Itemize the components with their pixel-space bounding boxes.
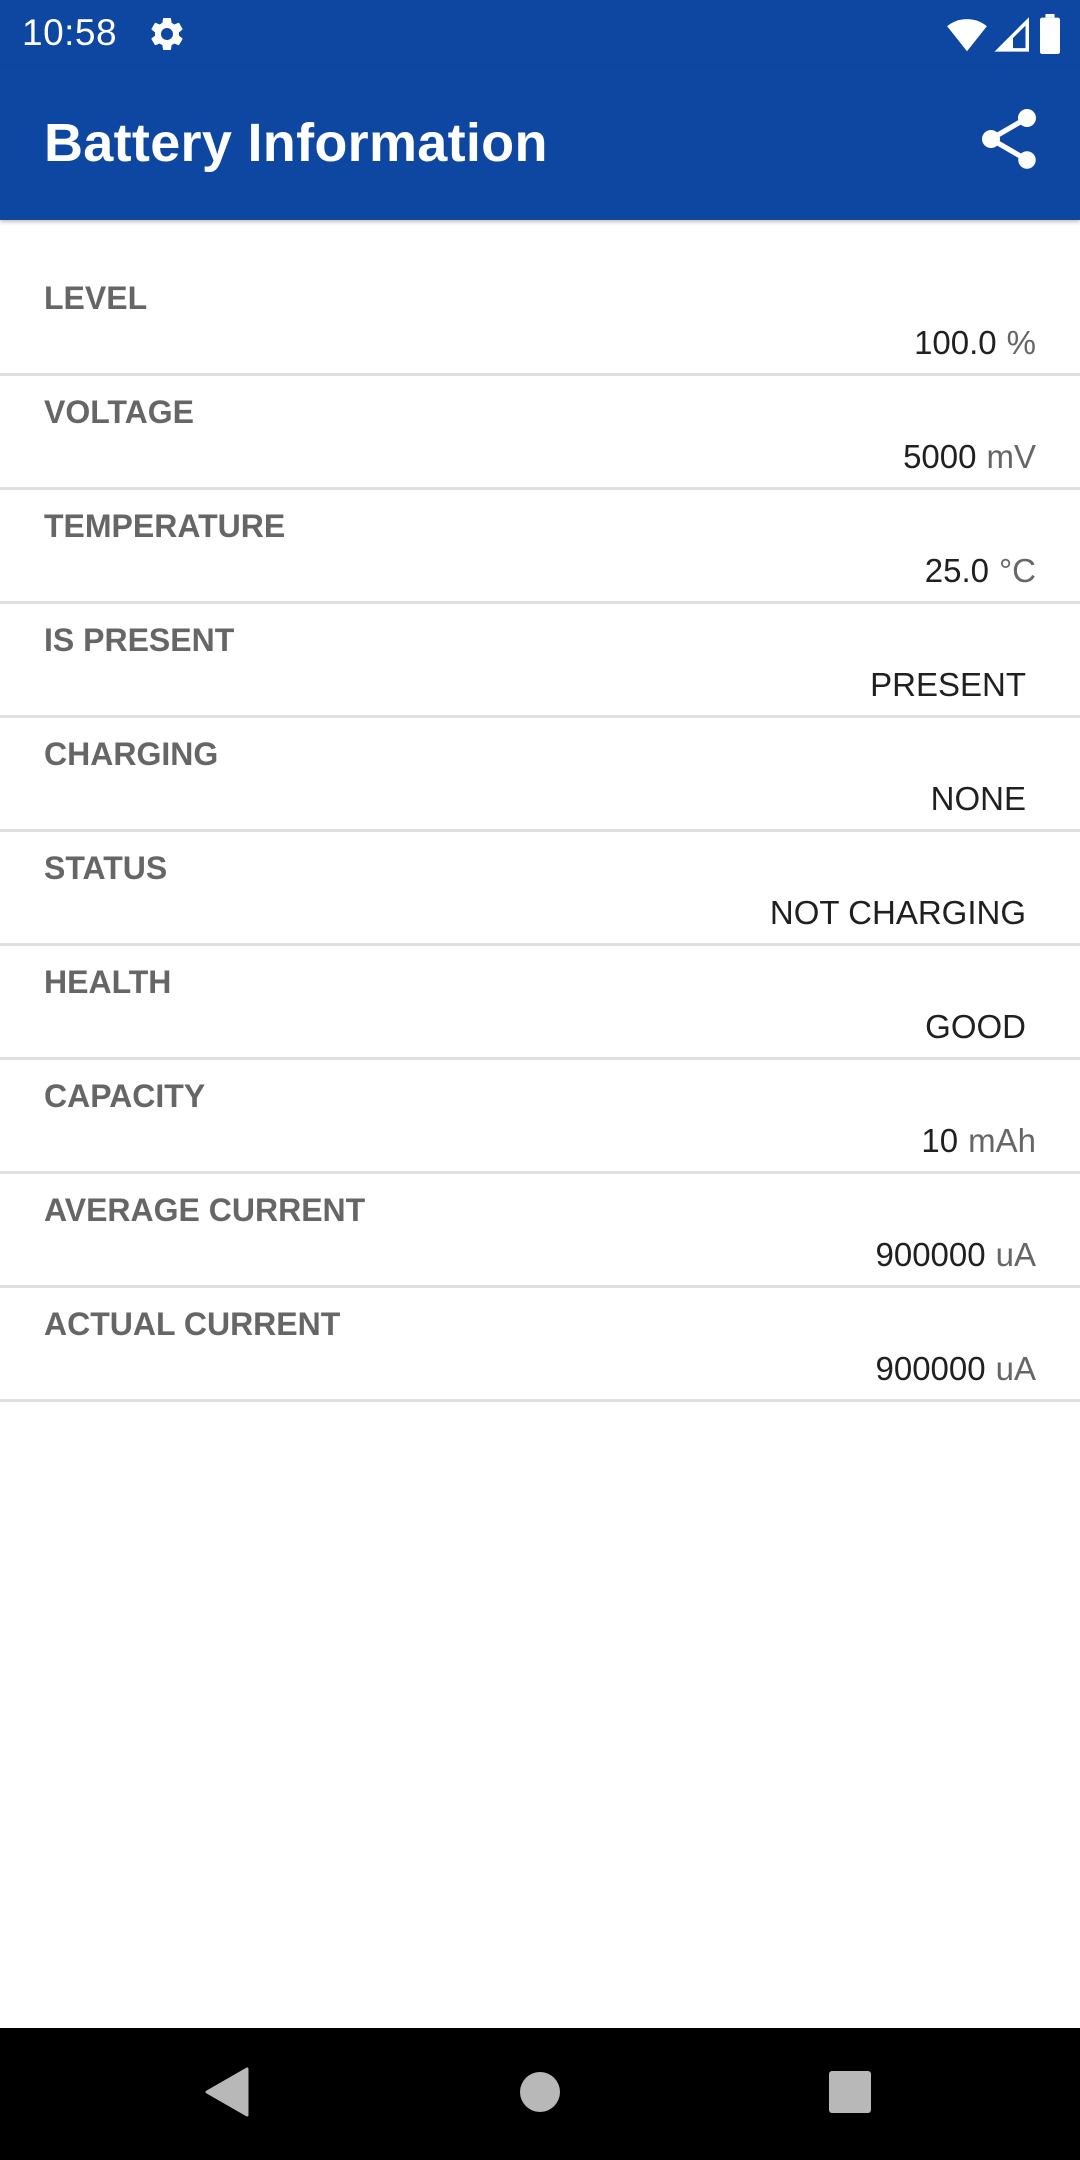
gear-icon xyxy=(147,14,187,54)
wifi-icon xyxy=(946,15,988,58)
row-label: TEMPERATURE xyxy=(44,508,286,544)
back-button[interactable] xyxy=(198,2066,254,2122)
row-value: 100.0% xyxy=(914,324,1036,362)
row-label: HEALTH xyxy=(44,964,172,1000)
list-item-capacity: CAPACITY 10 mAh xyxy=(0,1060,1080,1174)
value-unit: mAh xyxy=(968,1122,1036,1159)
row-value: 900000 uA xyxy=(876,1236,1037,1274)
app-bar: Battery Information xyxy=(0,66,1080,220)
recents-button[interactable] xyxy=(822,2066,878,2122)
value-number: 900000 xyxy=(875,1350,986,1387)
recents-icon xyxy=(828,2070,872,2119)
row-value: GOOD xyxy=(925,1008,1026,1045)
navigation-bar xyxy=(0,2028,1080,2160)
status-bar: 10:58 xyxy=(0,0,1080,66)
row-value: 900000 uA xyxy=(876,1350,1037,1388)
value-unit: % xyxy=(1006,324,1036,361)
value-number: 900000 xyxy=(875,1236,986,1273)
list-item-voltage: VOLTAGE 5000 mV xyxy=(0,376,1080,490)
row-value: NONE xyxy=(930,780,1026,817)
value-number: 5000 xyxy=(903,438,977,475)
share-icon xyxy=(973,103,1045,180)
value-unit: uA xyxy=(995,1236,1036,1273)
row-label: IS PRESENT xyxy=(44,622,235,658)
row-value: 5000 mV xyxy=(903,438,1036,476)
battery-icon xyxy=(1038,14,1062,59)
status-time: 10:58 xyxy=(22,12,118,53)
value-unit: mV xyxy=(986,438,1037,475)
list-item-actual-current: ACTUAL CURRENT 900000 uA xyxy=(0,1288,1080,1402)
row-value: 25.0 °C xyxy=(925,552,1036,590)
row-label: AVERAGE CURRENT xyxy=(44,1192,366,1228)
list-item-level: LEVEL 100.0% xyxy=(0,262,1080,376)
battery-info-list[interactable]: LEVEL 100.0% VOLTAGE 5000 mV TEMPERATURE … xyxy=(0,262,1080,1402)
value-unit: uA xyxy=(995,1350,1036,1387)
row-value: 10 mAh xyxy=(921,1122,1036,1160)
home-icon xyxy=(518,2070,562,2119)
list-item-temperature: TEMPERATURE 25.0 °C xyxy=(0,490,1080,604)
list-item-charging: CHARGING NONE xyxy=(0,718,1080,832)
share-button[interactable] xyxy=(966,98,1052,184)
row-label: VOLTAGE xyxy=(44,394,194,430)
list-item-health: HEALTH GOOD xyxy=(0,946,1080,1060)
row-label: CAPACITY xyxy=(44,1078,206,1114)
row-value: PRESENT xyxy=(870,666,1026,703)
home-button[interactable] xyxy=(512,2066,568,2122)
list-item-average-current: AVERAGE CURRENT 900000 uA xyxy=(0,1174,1080,1288)
row-label: ACTUAL CURRENT xyxy=(44,1306,341,1342)
row-value: NOT CHARGING xyxy=(769,894,1026,931)
value-number: 100.0 xyxy=(914,324,997,361)
list-item-is-present: IS PRESENT PRESENT xyxy=(0,604,1080,718)
cell-signal-icon xyxy=(994,15,1032,58)
page-title: Battery Information xyxy=(44,113,548,173)
list-item-status: STATUS NOT CHARGING xyxy=(0,832,1080,946)
value-number: 10 xyxy=(921,1122,959,1159)
back-icon xyxy=(203,2067,249,2122)
row-label: STATUS xyxy=(44,850,168,886)
value-unit: °C xyxy=(998,552,1036,589)
value-number: 25.0 xyxy=(924,552,989,589)
status-icons xyxy=(946,14,1062,59)
row-label: LEVEL xyxy=(44,280,148,316)
row-label: CHARGING xyxy=(44,736,219,772)
